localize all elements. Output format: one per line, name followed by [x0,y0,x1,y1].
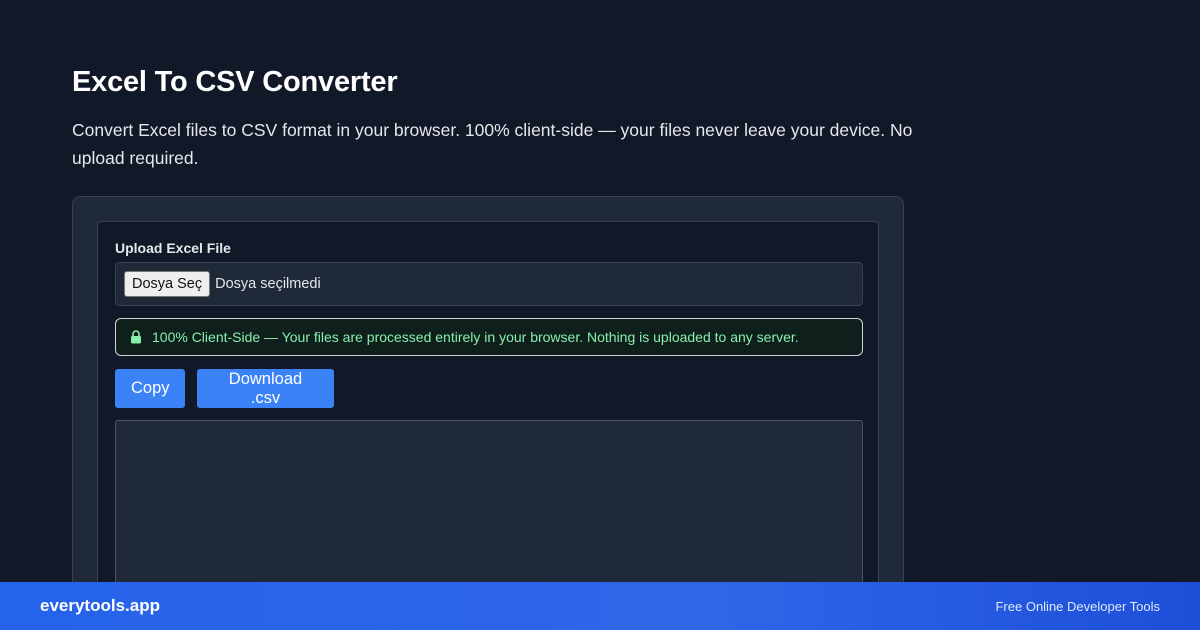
converter-card: Upload Excel File Dosya Seç Dosya seçilm… [72,196,904,621]
file-input[interactable]: Dosya Seç Dosya seçilmedi [115,262,863,306]
converter-panel: Upload Excel File Dosya Seç Dosya seçilm… [97,221,879,621]
notice-text: 100% Client-Side — Your files are proces… [152,329,799,345]
client-side-notice: 100% Client-Side — Your files are proces… [115,318,863,356]
lock-icon [130,330,142,344]
file-status-text: Dosya seçilmedi [215,276,321,292]
page-description: Convert Excel files to CSV format in you… [72,120,913,168]
footer-brand[interactable]: everytools.app [40,596,160,616]
download-csv-button[interactable]: Download .csv [197,369,334,408]
upload-label: Upload Excel File [115,240,231,256]
page: Excel To CSV Converter Convert Excel fil… [0,0,1200,630]
page-title: Excel To CSV Converter [72,66,398,98]
footer-tagline: Free Online Developer Tools [995,598,1160,614]
footer-bar: everytools.app Free Online Developer Too… [0,582,1200,630]
choose-file-button[interactable]: Dosya Seç [124,271,211,297]
copy-button[interactable]: Copy [115,369,185,408]
